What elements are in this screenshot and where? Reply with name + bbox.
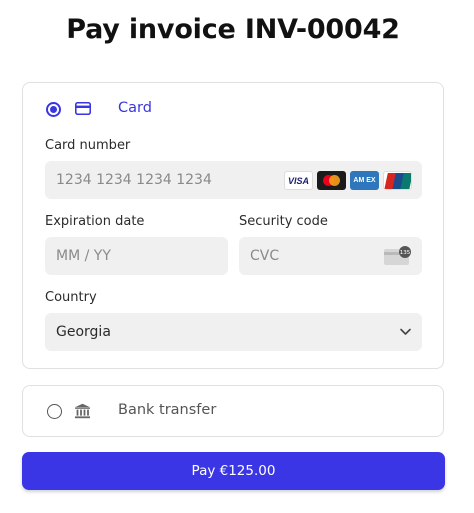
card-number-input[interactable]: 1234 1234 1234 1234 VISA AM EX xyxy=(45,161,422,199)
country-value: Georgia xyxy=(56,324,111,340)
amex-logo: AM EX xyxy=(350,171,379,190)
security-code-label: Security code xyxy=(239,214,328,229)
pay-button[interactable]: Pay €125.00 xyxy=(22,452,445,490)
card-radio[interactable] xyxy=(46,102,61,117)
card-payment-panel: Card Card number 1234 1234 1234 1234 VIS… xyxy=(22,82,444,369)
payment-method-label: Card xyxy=(118,100,152,116)
bank-icon xyxy=(75,403,90,419)
card-brands: VISA AM EX xyxy=(284,171,412,190)
expiration-label: Expiration date xyxy=(45,214,145,229)
cvc-icon-text: 135 xyxy=(400,250,411,256)
country-select[interactable]: Georgia xyxy=(45,313,422,351)
bank-transfer-radio[interactable] xyxy=(47,404,62,419)
expiration-input[interactable]: MM / YY xyxy=(45,237,228,275)
visa-logo: VISA xyxy=(284,171,313,190)
page-title: Pay invoice INV-00042 xyxy=(66,14,400,45)
payment-method-card[interactable]: Card xyxy=(23,83,443,133)
card-number-placeholder: 1234 1234 1234 1234 xyxy=(56,172,212,188)
security-code-input[interactable]: CVC 135 xyxy=(239,237,422,275)
credit-card-icon xyxy=(75,102,91,115)
unionpay-logo xyxy=(383,171,412,190)
country-label: Country xyxy=(45,290,97,305)
card-number-label: Card number xyxy=(45,138,131,153)
chevron-down-icon xyxy=(400,328,411,335)
expiration-placeholder: MM / YY xyxy=(56,248,111,264)
cvc-placeholder: CVC xyxy=(250,248,280,264)
bank-transfer-label: Bank transfer xyxy=(118,402,217,418)
cvc-card-icon: 135 xyxy=(384,246,411,265)
mastercard-icon xyxy=(317,171,346,190)
payment-method-bank-transfer[interactable]: Bank transfer xyxy=(22,385,444,437)
